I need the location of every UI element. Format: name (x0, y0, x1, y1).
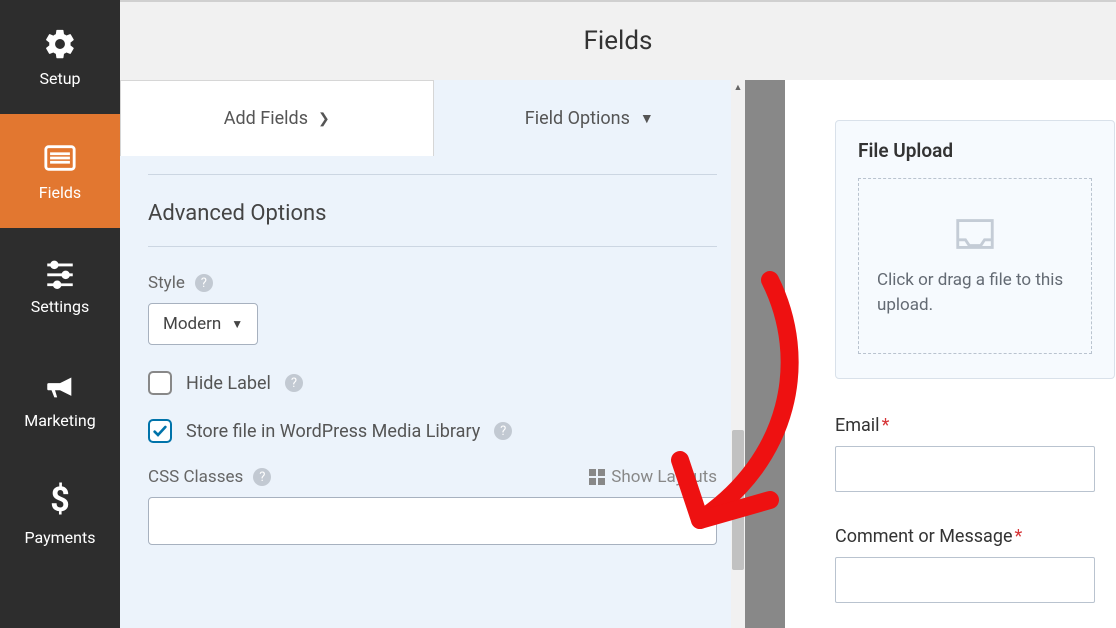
required-asterisk: * (1015, 526, 1023, 547)
sidebar-item-settings[interactable]: Settings (0, 228, 120, 342)
divider (148, 174, 717, 175)
hide-label-checkbox[interactable] (148, 371, 172, 395)
required-asterisk: * (882, 415, 890, 436)
sidebar-item-label: Fields (39, 183, 81, 202)
scroll-thumb[interactable] (732, 430, 744, 570)
file-upload-title: File Upload (858, 139, 1092, 162)
sidebar-item-payments[interactable]: $ Payments (0, 456, 120, 570)
gear-icon (43, 27, 77, 61)
chevron-right-icon: ❯ (318, 111, 330, 127)
chevron-down-icon: ▼ (640, 110, 654, 127)
sidebar-item-label: Settings (31, 297, 89, 316)
sidebar-item-label: Payments (24, 528, 95, 547)
sliders-icon (43, 255, 77, 289)
show-layouts-button[interactable]: Show Layouts (589, 467, 717, 487)
help-icon[interactable]: ? (285, 374, 303, 392)
style-value: Modern (163, 314, 221, 334)
tab-field-options[interactable]: Field Options ▼ (434, 80, 746, 156)
topbar: Fields (120, 0, 1116, 80)
chevron-down-icon: ▼ (231, 317, 243, 331)
email-field[interactable] (835, 446, 1095, 492)
email-label: Email (835, 415, 880, 436)
tab-label: Field Options (525, 108, 630, 129)
store-file-checkbox[interactable] (148, 419, 172, 443)
panel-gap (745, 80, 785, 628)
sidebar-item-label: Marketing (24, 411, 95, 430)
sidebar-item-fields[interactable]: Fields (0, 114, 120, 228)
bullhorn-icon (43, 369, 77, 403)
help-icon[interactable]: ? (494, 422, 512, 440)
help-icon[interactable]: ? (253, 468, 271, 486)
help-icon[interactable]: ? (195, 274, 213, 292)
file-drop-text: Click or drag a file to this upload. (859, 268, 1091, 317)
style-select[interactable]: Modern ▼ (148, 303, 258, 345)
panel-scrollbar[interactable]: ▲ (731, 80, 745, 628)
style-label: Style (148, 273, 185, 293)
page-title: Fields (584, 26, 653, 56)
scroll-up-icon: ▲ (731, 80, 745, 94)
sidebar-item-label: Setup (39, 69, 80, 88)
css-classes-input[interactable] (148, 497, 717, 545)
tab-label: Add Fields (224, 108, 308, 129)
divider (148, 246, 717, 247)
file-drop-zone[interactable]: Click or drag a file to this upload. (858, 178, 1092, 354)
list-icon (43, 141, 77, 175)
sidebar-item-setup[interactable]: Setup (0, 0, 120, 114)
css-classes-label: CSS Classes (148, 467, 243, 487)
inbox-icon (952, 214, 998, 254)
hide-label-text: Hide Label (186, 373, 271, 394)
show-layouts-label: Show Layouts (611, 467, 717, 487)
form-preview: File Upload Click or drag a file to this… (785, 80, 1116, 628)
file-upload-field[interactable]: File Upload Click or drag a file to this… (835, 120, 1115, 379)
comment-field[interactable] (835, 557, 1095, 603)
dollar-icon: $ (50, 480, 70, 520)
grid-icon (589, 469, 605, 485)
section-advanced-options: Advanced Options (148, 201, 717, 226)
tab-add-fields[interactable]: Add Fields ❯ (120, 80, 434, 156)
store-file-text: Store file in WordPress Media Library (186, 421, 480, 442)
comment-label: Comment or Message (835, 526, 1013, 547)
sidebar-item-marketing[interactable]: Marketing (0, 342, 120, 456)
